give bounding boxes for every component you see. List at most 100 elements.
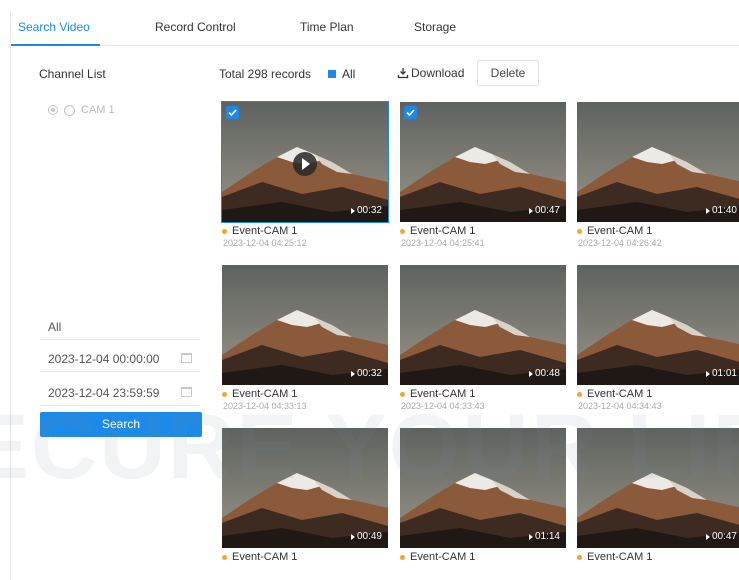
event-dot-icon	[577, 391, 582, 397]
duration-label: 01:40	[706, 205, 737, 216]
download-label: Download	[411, 66, 465, 80]
event-dot-icon	[400, 391, 405, 397]
record-name: Event-CAM 1	[410, 225, 476, 237]
panel-border	[10, 12, 11, 580]
event-dot-icon	[400, 554, 405, 560]
tab-record-control[interactable]: Record Control	[155, 20, 236, 34]
start-time-value: 2023-12-04 00:00:00	[48, 352, 160, 366]
video-thumbnail[interactable]: 01:14	[400, 428, 566, 548]
record-card[interactable]: 01:14 Event-CAM 1	[400, 428, 566, 564]
mountain-image	[577, 102, 739, 222]
end-time-value: 2023-12-04 23:59:59	[48, 386, 160, 400]
record-label: Event-CAM 1	[222, 551, 388, 563]
mountain-image	[577, 265, 739, 385]
record-card[interactable]: 01:01 Event-CAM 1 2023-12-04 04:34:43	[577, 265, 739, 411]
select-all-toggle[interactable]: All	[328, 67, 355, 81]
tab-time-plan[interactable]: Time Plan	[300, 20, 354, 34]
video-thumbnail[interactable]: 00:47	[577, 428, 739, 548]
mountain-image	[400, 102, 566, 222]
total-records: Total 298 records	[219, 67, 312, 81]
record-card[interactable]: 00:47 Event-CAM 1	[577, 428, 739, 564]
record-label: Event-CAM 1	[577, 388, 739, 400]
video-thumbnail[interactable]: 00:32	[222, 265, 388, 385]
record-type-select[interactable]: All	[40, 314, 200, 340]
tab-search-video[interactable]: Search Video	[18, 20, 90, 34]
record-label: Event-CAM 1	[577, 225, 739, 237]
record-type-value: All	[48, 320, 62, 334]
record-name: Event-CAM 1	[587, 225, 653, 237]
record-time: 2023-12-04 04:25:41	[401, 238, 485, 248]
record-label: Event-CAM 1	[400, 388, 566, 400]
record-time: 2023-12-04 04:33:13	[223, 401, 307, 411]
channel-label: CAM 1	[81, 104, 115, 116]
duration-label: 00:47	[706, 531, 737, 542]
duration-label: 00:47	[529, 205, 560, 216]
record-label: Event-CAM 1	[222, 388, 388, 400]
record-time: 2023-12-04 04:26:42	[578, 238, 662, 248]
record-card[interactable]: 00:32 Event-CAM 1 2023-12-04 04:33:13	[222, 265, 388, 411]
record-name: Event-CAM 1	[587, 551, 653, 563]
select-all-label: All	[342, 67, 356, 81]
event-dot-icon	[222, 391, 227, 397]
record-card[interactable]: 01:40 Event-CAM 1 2023-12-04 04:26:42	[577, 102, 739, 248]
duration-label: 00:49	[351, 531, 382, 542]
event-dot-icon	[222, 554, 227, 560]
record-card[interactable]: 00:49 Event-CAM 1	[222, 428, 388, 564]
tab-bar: Search Video Record Control Time Plan St…	[10, 12, 739, 46]
checkbox-checked-icon[interactable]	[404, 106, 417, 119]
record-time: 2023-12-04 04:25:12	[223, 238, 307, 248]
mountain-image	[400, 265, 566, 385]
record-card[interactable]: 00:48 Event-CAM 1 2023-12-04 04:33:43	[400, 265, 566, 411]
mountain-image	[577, 428, 739, 548]
end-time-field[interactable]: 2023-12-04 23:59:59	[40, 380, 200, 406]
play-icon[interactable]	[293, 152, 317, 176]
record-card[interactable]: 00:47 Event-CAM 1 2023-12-04 04:25:41	[400, 102, 566, 248]
duration-label: 00:32	[351, 205, 382, 216]
record-label: Event-CAM 1	[400, 551, 566, 563]
video-thumbnail[interactable]: 00:32	[221, 101, 389, 223]
record-name: Event-CAM 1	[587, 388, 653, 400]
record-label: Event-CAM 1	[222, 225, 388, 237]
duration-label: 00:48	[529, 368, 560, 379]
video-thumbnail[interactable]: 01:40	[577, 102, 739, 222]
radio-icon[interactable]	[48, 105, 58, 115]
camera-icon	[64, 104, 75, 116]
record-name: Event-CAM 1	[410, 551, 476, 563]
mountain-image	[222, 265, 388, 385]
calendar-icon[interactable]	[181, 387, 192, 397]
channel-item-cam1[interactable]: CAM 1	[48, 104, 115, 116]
active-tab-indicator	[10, 44, 100, 46]
record-name: Event-CAM 1	[232, 388, 298, 400]
record-name: Event-CAM 1	[410, 388, 476, 400]
download-icon	[397, 68, 409, 79]
event-dot-icon	[400, 228, 405, 234]
checkbox-checked-icon[interactable]	[226, 106, 239, 119]
channel-list-title: Channel List	[39, 67, 106, 81]
download-button[interactable]: Download	[397, 66, 464, 80]
start-time-field[interactable]: 2023-12-04 00:00:00	[40, 346, 200, 372]
record-name: Event-CAM 1	[232, 225, 298, 237]
record-name: Event-CAM 1	[232, 551, 298, 563]
search-button[interactable]: Search	[40, 412, 202, 437]
record-time: 2023-12-04 04:33:43	[401, 401, 485, 411]
record-time: 2023-12-04 04:34:43	[578, 401, 662, 411]
video-thumbnail[interactable]: 00:49	[222, 428, 388, 548]
checkbox-icon[interactable]	[328, 70, 336, 78]
record-label: Event-CAM 1	[400, 225, 566, 237]
tab-storage[interactable]: Storage	[414, 20, 456, 34]
delete-button[interactable]: Delete	[477, 60, 539, 86]
video-thumbnail[interactable]: 00:47	[400, 102, 566, 222]
duration-label: 01:14	[529, 531, 560, 542]
duration-label: 01:01	[706, 368, 737, 379]
event-dot-icon	[222, 228, 227, 234]
event-dot-icon	[577, 228, 582, 234]
mountain-image	[400, 428, 566, 548]
calendar-icon[interactable]	[181, 353, 192, 363]
record-label: Event-CAM 1	[577, 551, 739, 563]
duration-label: 00:32	[351, 368, 382, 379]
video-thumbnail[interactable]: 01:01	[577, 265, 739, 385]
mountain-image	[222, 428, 388, 548]
record-card[interactable]: 00:32 Event-CAM 1 2023-12-04 04:25:12	[221, 101, 389, 248]
event-dot-icon	[577, 554, 582, 560]
video-thumbnail[interactable]: 00:48	[400, 265, 566, 385]
